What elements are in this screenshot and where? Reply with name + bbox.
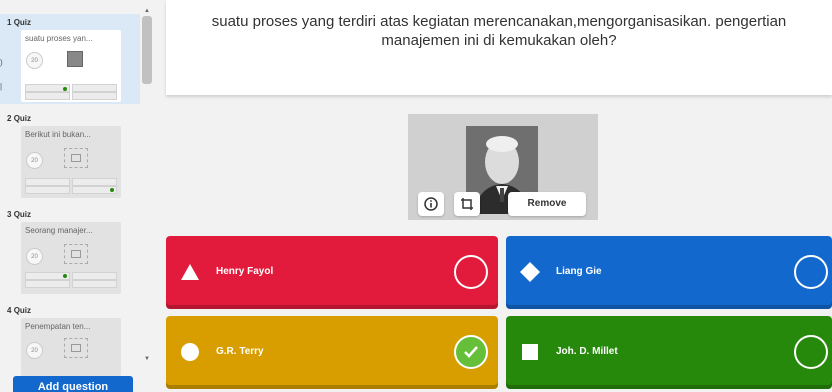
crop-icon[interactable] bbox=[454, 192, 480, 216]
slide-header: 2 Quiz bbox=[7, 114, 32, 123]
scroll-down-icon[interactable]: ▼ bbox=[144, 356, 150, 362]
answer-text[interactable]: G.R. Terry bbox=[216, 346, 264, 357]
points-badge: 20 bbox=[26, 52, 43, 69]
answer-option-1[interactable]: Henry Fayol bbox=[166, 236, 498, 309]
slide-sidebar: 1 Quiz suatu proses yan... 20 ) | 2 Quiz… bbox=[0, 0, 155, 392]
question-box[interactable]: suatu proses yang terdiri atas kegiatan … bbox=[166, 0, 832, 95]
image-thumbnail bbox=[67, 51, 83, 67]
remove-image-button[interactable]: Remove bbox=[508, 192, 586, 216]
scroll-up-icon[interactable]: ▲ bbox=[144, 8, 150, 14]
answer-text[interactable]: Liang Gie bbox=[556, 266, 602, 277]
image-placeholder-icon bbox=[64, 148, 88, 168]
slide-title: Penempatan ten... bbox=[25, 322, 91, 331]
answer-option-2[interactable]: Liang Gie bbox=[506, 236, 832, 309]
answer-text[interactable]: Joh. D. Millet bbox=[556, 346, 618, 357]
points-badge: 20 bbox=[26, 152, 43, 169]
question-text[interactable]: suatu proses yang terdiri atas kegiatan … bbox=[186, 12, 812, 50]
add-question-button[interactable]: Add question bbox=[13, 376, 133, 392]
slide-item-1[interactable]: 1 Quiz suatu proses yan... 20 bbox=[0, 14, 140, 104]
correct-toggle[interactable] bbox=[794, 255, 828, 289]
answer-option-4[interactable]: Joh. D. Millet bbox=[506, 316, 832, 389]
info-icon[interactable] bbox=[418, 192, 444, 216]
image-placeholder-icon bbox=[64, 244, 88, 264]
answers-preview bbox=[25, 84, 117, 92]
points-badge: 20 bbox=[26, 248, 43, 265]
slide-header: 3 Quiz bbox=[7, 210, 32, 219]
correct-toggle[interactable] bbox=[794, 335, 828, 369]
circle-icon bbox=[180, 342, 200, 362]
slide-header: 4 Quiz bbox=[7, 306, 32, 315]
diamond-icon bbox=[520, 262, 540, 282]
slide-preview: Berikut ini bukan... 20 bbox=[21, 126, 121, 198]
slide-title: suatu proses yan... bbox=[25, 34, 93, 43]
square-icon bbox=[520, 342, 540, 362]
answer-option-3[interactable]: G.R. Terry bbox=[166, 316, 498, 389]
slide-title: Seorang manajer... bbox=[25, 226, 93, 235]
image-placeholder-icon bbox=[64, 338, 88, 358]
slide-item-4[interactable]: 4 Quiz Penempatan ten... 20 bbox=[0, 304, 140, 376]
correct-check-icon[interactable] bbox=[454, 335, 488, 369]
slide-title: Berikut ini bukan... bbox=[25, 130, 91, 139]
media-panel: Remove bbox=[408, 114, 598, 220]
slide-preview: Penempatan ten... 20 bbox=[21, 318, 121, 376]
slide-item-3[interactable]: 3 Quiz Seorang manajer... 20 bbox=[0, 208, 140, 298]
points-badge: 20 bbox=[26, 342, 43, 359]
correct-toggle[interactable] bbox=[454, 255, 488, 289]
slide-preview: Seorang manajer... 20 bbox=[21, 222, 121, 294]
triangle-icon bbox=[180, 262, 200, 282]
slide-preview: suatu proses yan... 20 bbox=[21, 30, 121, 102]
drag-handle-indicator: ) bbox=[0, 58, 3, 67]
slide-item-2[interactable]: 2 Quiz Berikut ini bukan... 20 bbox=[0, 112, 140, 202]
slide-header: 1 Quiz bbox=[7, 18, 32, 27]
answer-text[interactable]: Henry Fayol bbox=[216, 266, 273, 277]
scrollbar-thumb[interactable] bbox=[142, 16, 152, 84]
